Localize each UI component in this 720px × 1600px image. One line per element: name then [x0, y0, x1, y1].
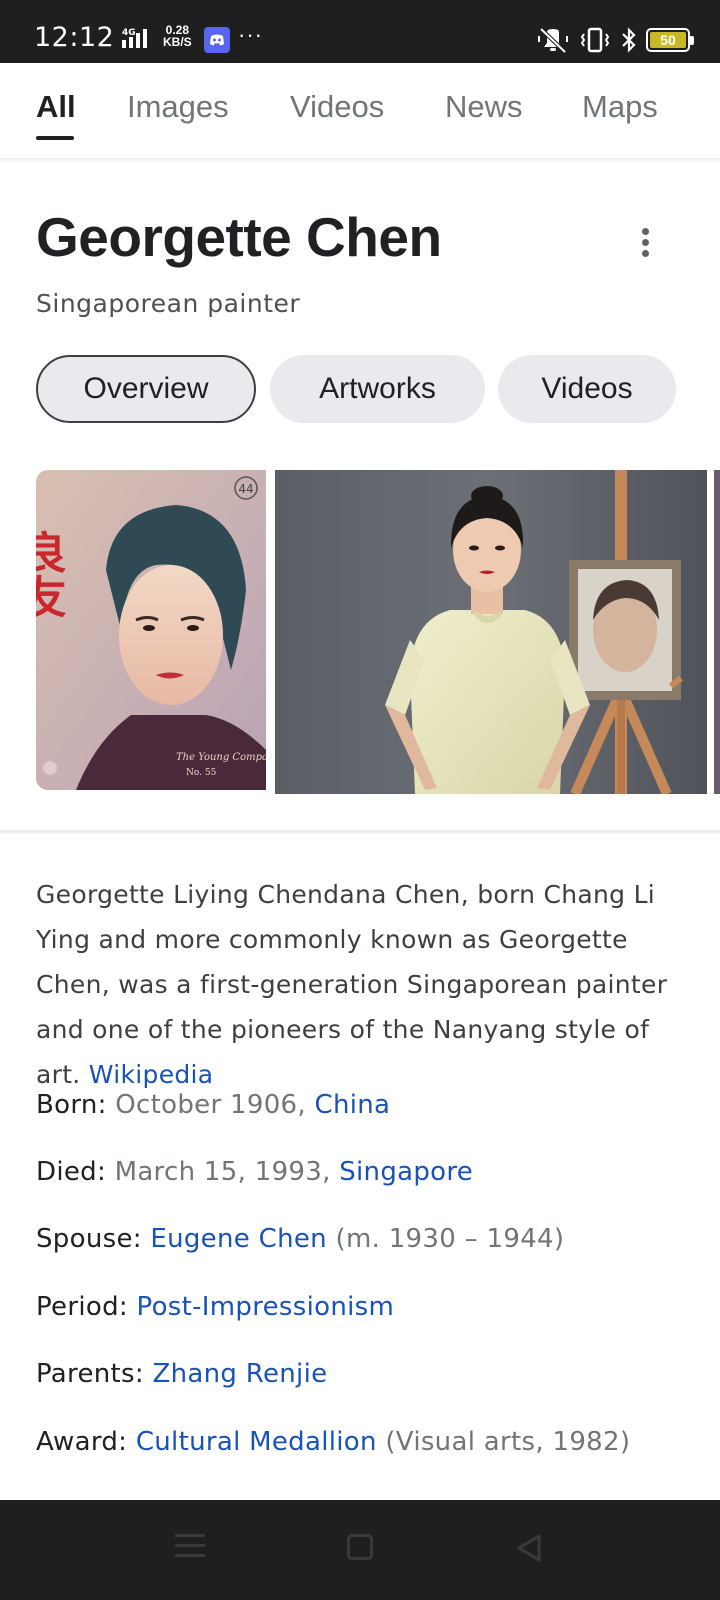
next-image-peek[interactable]	[714, 470, 720, 794]
vibrate-icon	[580, 27, 610, 53]
network-speed: 0.28 KB/S	[163, 24, 192, 48]
eugene-chen-link[interactable]: Eugene Chen	[150, 1224, 327, 1254]
description: Georgette Liying Chendana Chen, born Cha…	[36, 872, 696, 1097]
fact-label: Born:	[36, 1090, 107, 1120]
more-notifications-icon: ···	[238, 22, 263, 47]
wikipedia-link[interactable]: Wikipedia	[89, 1060, 214, 1089]
battery-level: 50	[650, 32, 686, 48]
panel-title: Georgette Chen	[36, 206, 442, 268]
speed-unit: KB/S	[163, 35, 192, 49]
chip-videos[interactable]: Videos	[498, 355, 676, 423]
magazine-cover-image[interactable]: 良友 44 The Young Companion No. 55	[36, 470, 266, 790]
status-bar: 12:12 4G 0.28 KB/S ··· 50	[0, 0, 720, 63]
bluetooth-icon	[622, 27, 636, 53]
tab-videos[interactable]: Videos	[290, 89, 384, 125]
singapore-link[interactable]: Singapore	[339, 1157, 473, 1187]
discord-icon	[204, 27, 230, 53]
tab-all[interactable]: All	[36, 89, 76, 125]
fact-value: October 1906,	[115, 1090, 315, 1120]
poster-number: No. 55	[186, 768, 217, 778]
status-right-icons: 50	[536, 25, 694, 55]
fact-spouse: Spouse: Eugene Chen (m. 1930 – 1944)	[36, 1224, 564, 1254]
battery-icon: 50	[646, 28, 694, 52]
fact-label: Award:	[36, 1427, 128, 1457]
fact-parents: Parents: Zhang Renjie	[36, 1359, 327, 1389]
description-text: Georgette Liying Chendana Chen, born Cha…	[36, 880, 668, 1089]
search-tabs: All Images Videos News Maps	[0, 63, 720, 159]
fact-died: Died: March 15, 1993, Singapore	[36, 1157, 473, 1187]
fact-award: Award: Cultural Medallion (Visual arts, …	[36, 1427, 630, 1457]
fact-label: Spouse:	[36, 1224, 142, 1254]
fact-label: Died:	[36, 1157, 107, 1187]
chip-artworks[interactable]: Artworks	[270, 355, 485, 423]
tab-news[interactable]: News	[445, 89, 523, 125]
cultural-medallion-link[interactable]: Cultural Medallion	[136, 1427, 377, 1457]
zhang-renjie-link[interactable]: Zhang Renjie	[153, 1359, 328, 1389]
more-options-icon[interactable]	[640, 228, 650, 260]
fact-value: March 15, 1993,	[114, 1157, 340, 1187]
tab-maps[interactable]: Maps	[582, 89, 658, 125]
post-impressionism-link[interactable]: Post-Impressionism	[137, 1292, 395, 1322]
fact-label: Parents:	[36, 1359, 144, 1389]
poster-badge: 44	[238, 482, 253, 496]
fact-value: (Visual arts, 1982)	[385, 1427, 631, 1457]
panel-subtitle: Singaporean painter	[36, 289, 301, 318]
network-type-label: 4G	[122, 28, 136, 38]
fact-label: Period:	[36, 1292, 128, 1322]
poster-caption: The Young Companion	[176, 752, 266, 763]
chip-overview[interactable]: Overview	[36, 355, 256, 423]
signal-icon: 4G	[122, 28, 147, 48]
fact-born: Born: October 1906, China	[36, 1090, 390, 1120]
poster-title-chars: 良友	[36, 530, 67, 618]
system-nav-bar	[0, 1500, 720, 1600]
back-icon[interactable]	[515, 1533, 543, 1563]
vibrate-mute-icon	[538, 27, 568, 54]
status-time: 12:12	[34, 22, 115, 53]
image-carousel: 良友 44 The Young Companion No. 55	[0, 470, 720, 794]
section-divider	[0, 830, 720, 833]
fact-period: Period: Post-Impressionism	[36, 1292, 394, 1322]
active-tab-indicator	[36, 136, 74, 140]
tab-images[interactable]: Images	[127, 89, 229, 125]
portrait-photo-image[interactable]	[275, 470, 707, 794]
fact-value: (m. 1930 – 1944)	[335, 1224, 565, 1254]
recent-apps-icon[interactable]	[175, 1534, 205, 1558]
home-icon[interactable]	[347, 1534, 373, 1560]
china-link[interactable]: China	[315, 1090, 391, 1120]
